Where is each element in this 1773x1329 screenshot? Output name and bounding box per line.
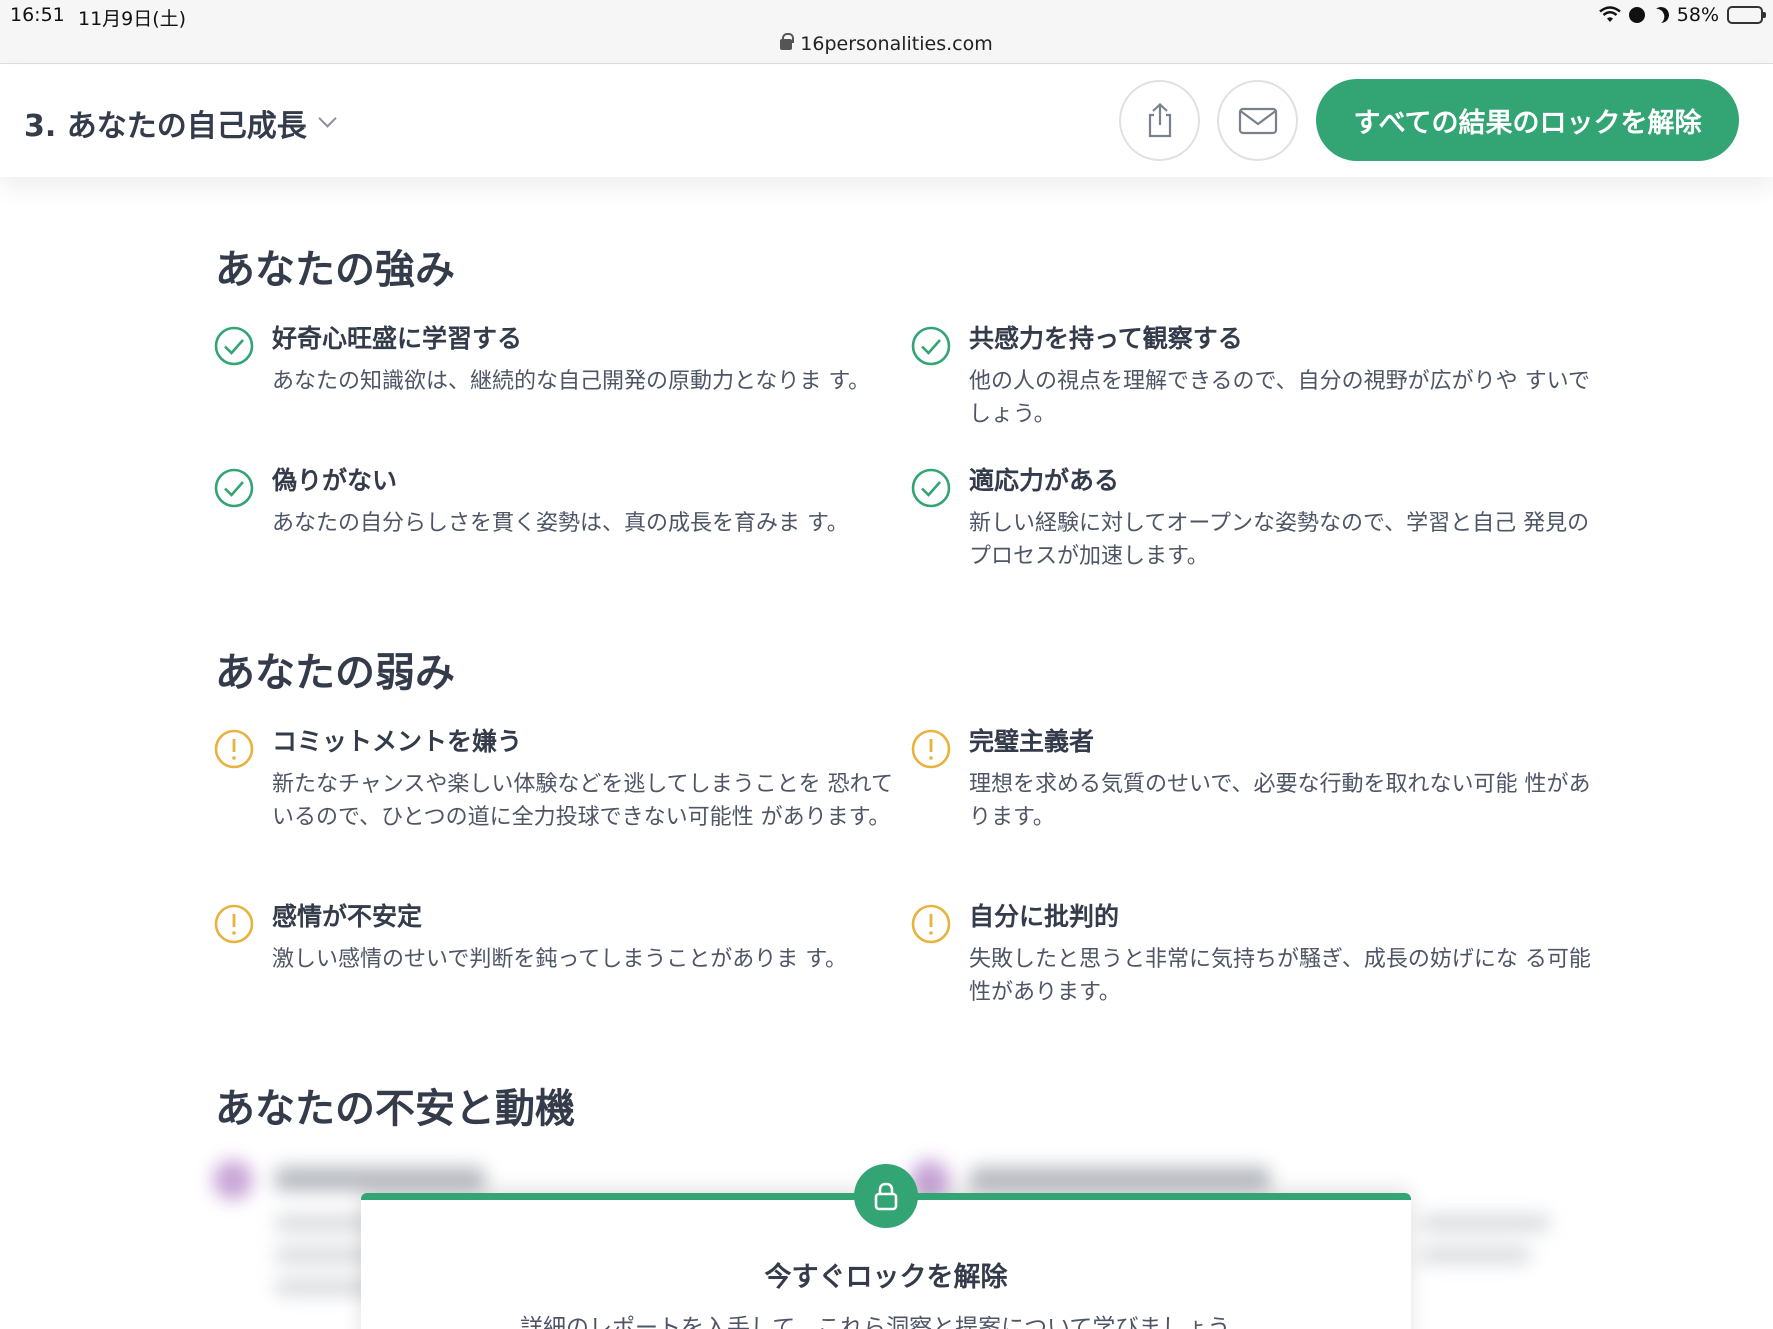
strength-title: 好奇心旺盛に学習する — [272, 324, 523, 353]
weakness-body: 失敗したと思うと非常に気持ちが騒ぎ、成長の妨げにな る可能性があります。 — [969, 947, 1591, 1005]
weakness-body: 新たなチャンスや楽しい体験などを逃してしまうことを 恐れているので、ひとつの道に… — [272, 772, 894, 830]
motivation-heading: あなたの不安と動機 — [215, 1086, 575, 1132]
strength-title: 適応力がある — [969, 466, 1120, 495]
section-header: 3. あなたの自己成長 すべての結果のロックを解除 — [0, 65, 1773, 177]
alarm-icon — [1628, 7, 1645, 23]
check-circle-icon — [214, 326, 254, 366]
strength-body: 新しい経験に対してオープンな姿勢なので、学習と自己 発見のプロセスが加速します。 — [969, 511, 1590, 569]
strength-item: 好奇心旺盛に学習する あなたの知識欲は、継続的な自己開発の原動力となりま す。 — [214, 323, 912, 398]
weakness-item: 感情が不安定 激しい感情のせいで判断を鈍ってしまうことがありま す。 — [214, 901, 912, 976]
warning-circle-icon — [214, 729, 254, 769]
weakness-title: コミットメントを嫌う — [272, 727, 523, 756]
address-bar[interactable]: 16personalities.com — [0, 33, 1773, 55]
wifi-icon — [1598, 6, 1621, 22]
warning-circle-icon — [911, 904, 951, 944]
weakness-body: 激しい感情のせいで判断を鈍ってしまうことがありま す。 — [272, 947, 848, 972]
battery-percent: 58% — [1676, 4, 1719, 26]
strength-body: あなたの自分らしさを貫く姿勢は、真の成長を育みま す。 — [272, 511, 849, 536]
weakness-body: 理想を求める気質のせいで、必要な行動を取れない可能 性があります。 — [969, 772, 1591, 830]
weakness-item: コミットメントを嫌う 新たなチャンスや楽しい体験などを逃してしまうことを 恐れて… — [214, 726, 912, 834]
unlock-card-subtitle: 詳細のレポートを入手して、これら洞察と提案について学びましょう。 — [519, 1315, 1253, 1329]
status-time: 16:51 — [10, 4, 65, 26]
unlock-all-results-button[interactable]: すべての結果のロックを解除 — [1316, 79, 1739, 161]
weakness-title: 自分に批判的 — [969, 902, 1120, 931]
mail-icon — [1238, 107, 1277, 134]
check-circle-icon — [911, 468, 951, 508]
strength-item: 適応力がある 新しい経験に対してオープンな姿勢なので、学習と自己 発見のプロセス… — [911, 465, 1609, 573]
share-button[interactable] — [1119, 80, 1200, 161]
status-icons: 58% — [1598, 4, 1766, 26]
strength-body: あなたの知識欲は、継続的な自己開発の原動力となりま す。 — [272, 369, 871, 394]
lock-icon — [780, 33, 795, 50]
status-bar: 16:51 11月9日(土) 16personalities.com 58% — [0, 0, 1773, 64]
strength-title: 共感力を持って観察する — [969, 324, 1243, 353]
section-selector[interactable]: 3. あなたの自己成長 — [24, 101, 337, 145]
unlock-card-title: 今すぐロックを解除 — [764, 1262, 1008, 1293]
weakness-title: 完璧主義者 — [969, 727, 1095, 756]
status-date: 11月9日(土) — [78, 8, 187, 30]
strengths-heading: あなたの強み — [215, 247, 455, 293]
moon-icon — [1651, 5, 1672, 26]
padlock-icon — [874, 1182, 898, 1211]
weakness-item: 完璧主義者 理想を求める気質のせいで、必要な行動を取れない可能 性があります。 — [911, 726, 1609, 834]
warning-circle-icon — [214, 904, 254, 944]
url-text: 16personalities.com — [800, 33, 993, 55]
chevron-down-icon — [318, 108, 337, 128]
unlock-badge[interactable] — [854, 1164, 918, 1228]
email-button[interactable] — [1217, 80, 1298, 161]
strength-item: 偽りがない あなたの自分らしさを貫く姿勢は、真の成長を育みま す。 — [214, 465, 912, 540]
check-circle-icon — [911, 326, 951, 366]
strength-title: 偽りがない — [272, 466, 398, 495]
section-title: 3. あなたの自己成長 — [24, 109, 307, 144]
battery-icon — [1727, 6, 1766, 24]
warning-circle-icon — [911, 729, 951, 769]
strength-body: 他の人の視点を理解できるので、自分の視野が広がりや すいでしょう。 — [969, 369, 1591, 427]
weaknesses-heading: あなたの弱み — [215, 650, 455, 696]
share-icon — [1148, 102, 1171, 137]
check-circle-icon — [214, 468, 254, 508]
strength-item: 共感力を持って観察する 他の人の視点を理解できるので、自分の視野が広がりや すい… — [911, 323, 1609, 431]
weakness-title: 感情が不安定 — [272, 902, 423, 931]
weakness-item: 自分に批判的 失敗したと思うと非常に気持ちが騒ぎ、成長の妨げにな る可能性があり… — [911, 901, 1609, 1009]
